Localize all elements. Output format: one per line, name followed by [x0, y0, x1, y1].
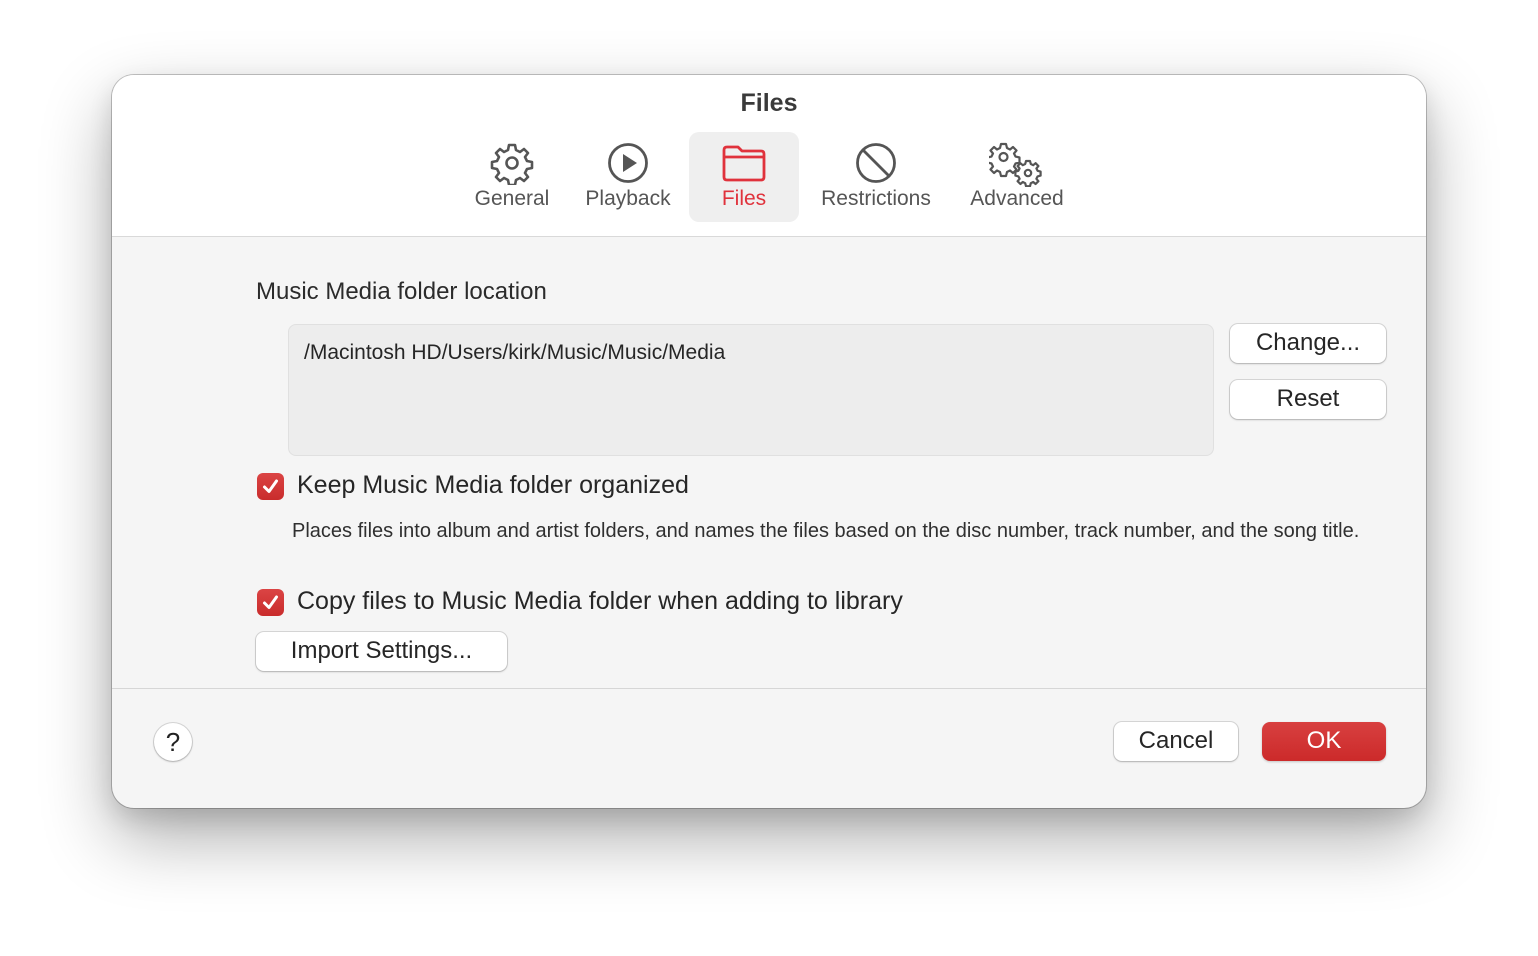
preferences-window: Files General Playback Files Restriction…: [112, 75, 1426, 808]
keep-organized-label[interactable]: Keep Music Media folder organized: [297, 471, 689, 500]
window-title: Files: [740, 89, 798, 117]
folder-icon: [722, 145, 766, 182]
copy-files-label[interactable]: Copy files to Music Media folder when ad…: [297, 587, 903, 616]
prohibited-icon: [856, 143, 896, 183]
gear-icon: [490, 143, 534, 185]
tab-playback[interactable]: Playback: [574, 132, 682, 222]
toolbar-header: Files General Playback Files Restriction…: [112, 75, 1426, 237]
media-folder-path-field: /Macintosh HD/Users/kirk/Music/Music/Med…: [288, 324, 1214, 456]
play-circle-icon: [608, 143, 648, 183]
tab-advanced-label: Advanced: [970, 187, 1064, 210]
keep-organized-description: Places files into album and artist folde…: [292, 520, 1360, 542]
preference-tabs: General Playback Files Restrictions Adva…: [112, 132, 1426, 222]
media-folder-label: Music Media folder location: [256, 278, 547, 305]
keep-organized-checkbox[interactable]: [257, 473, 284, 500]
footer-divider: [112, 688, 1426, 689]
tab-files-label: Files: [721, 187, 767, 210]
import-settings-button[interactable]: Import Settings...: [256, 632, 507, 671]
tab-general-label: General: [474, 187, 550, 210]
media-folder-path: /Macintosh HD/Users/kirk/Music/Music/Med…: [304, 341, 726, 364]
tab-playback-label: Playback: [585, 187, 671, 210]
tab-general[interactable]: General: [458, 132, 566, 222]
change-folder-button[interactable]: Change...: [1230, 324, 1386, 363]
copy-files-checkbox[interactable]: [257, 589, 284, 616]
help-button[interactable]: ?: [154, 723, 192, 761]
reset-folder-button[interactable]: Reset: [1230, 380, 1386, 419]
checkmark-icon: [263, 595, 278, 609]
checkmark-icon: [263, 479, 278, 493]
tab-advanced[interactable]: Advanced: [960, 132, 1074, 222]
gears-icon: [989, 142, 1042, 187]
cancel-button[interactable]: Cancel: [1114, 722, 1238, 761]
ok-button[interactable]: OK: [1262, 722, 1386, 761]
tab-restrictions[interactable]: Restrictions: [810, 132, 942, 222]
tab-files[interactable]: Files: [689, 132, 799, 222]
tab-restrictions-label: Restrictions: [821, 187, 931, 210]
